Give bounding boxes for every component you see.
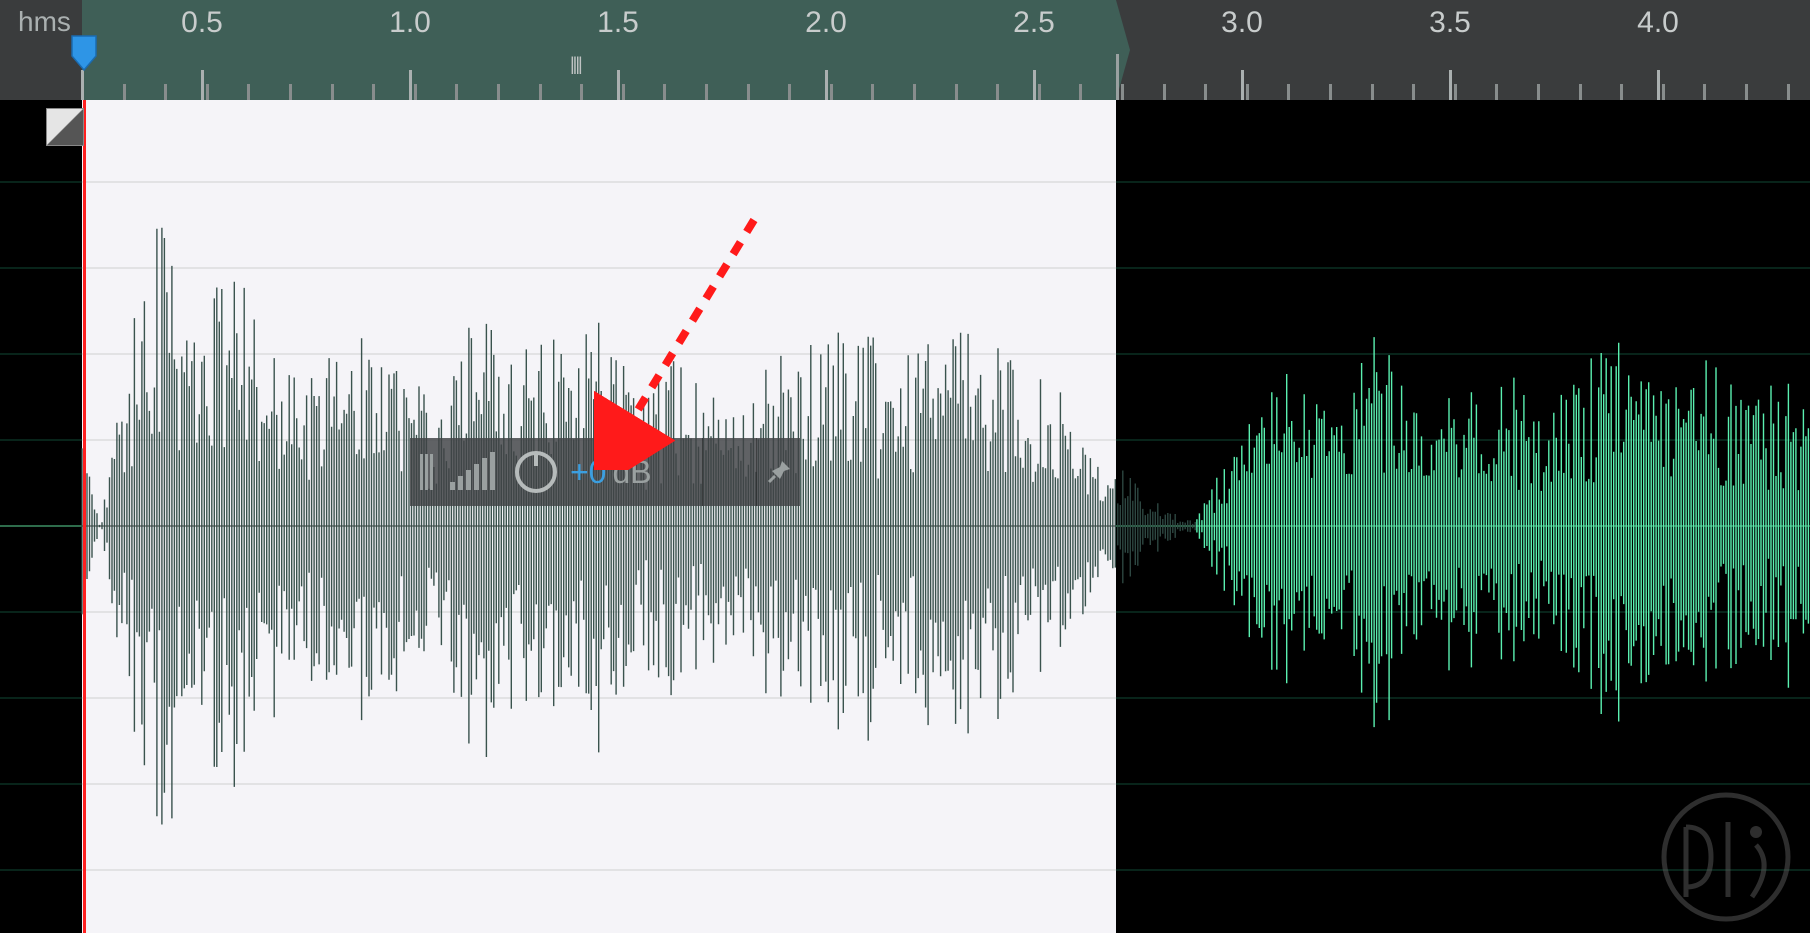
fade-bars-icon[interactable]	[443, 438, 507, 506]
ruler-unit-label: hms	[18, 6, 71, 38]
ruler-cursor-mark: ||||	[570, 54, 581, 75]
ruler-tick-label: 2.5	[1013, 6, 1055, 40]
gain-value-readout[interactable]: +0 dB	[564, 438, 703, 506]
waveform-canvas	[0, 100, 1810, 933]
gain-hud[interactable]: +0 dB	[410, 438, 800, 506]
pin-icon[interactable]	[757, 438, 800, 506]
hud-separator	[702, 438, 757, 506]
ruler-tick-label: 3.5	[1429, 6, 1471, 40]
playhead-handle[interactable]	[70, 34, 98, 72]
gain-knob-icon[interactable]	[507, 438, 564, 506]
ruler-tick-label: 2.0	[805, 6, 847, 40]
ruler-selection-end-tick	[1116, 54, 1119, 100]
track-color-swatch[interactable]	[46, 108, 84, 146]
playhead-line[interactable]	[83, 100, 86, 933]
ruler-tick-label: 1.0	[389, 6, 431, 40]
ruler-tick-label: 4.0	[1637, 6, 1679, 40]
timeline-ruler[interactable]: hms 0.5 1.0 1.5 2.0 2.5 3.0 3.5 4.0 ||||	[0, 0, 1810, 100]
ruler-tick-label: 0.5	[181, 6, 223, 40]
ruler-tick-label: 3.0	[1221, 6, 1263, 40]
waveform-track[interactable]: +0 dB	[0, 100, 1810, 933]
gain-unit: dB	[612, 454, 651, 491]
ruler-tick-label: 1.5	[597, 6, 639, 40]
hud-drag-grip-icon[interactable]	[410, 438, 443, 506]
gain-value: +0	[570, 454, 606, 491]
watermark-logo	[1656, 787, 1796, 927]
